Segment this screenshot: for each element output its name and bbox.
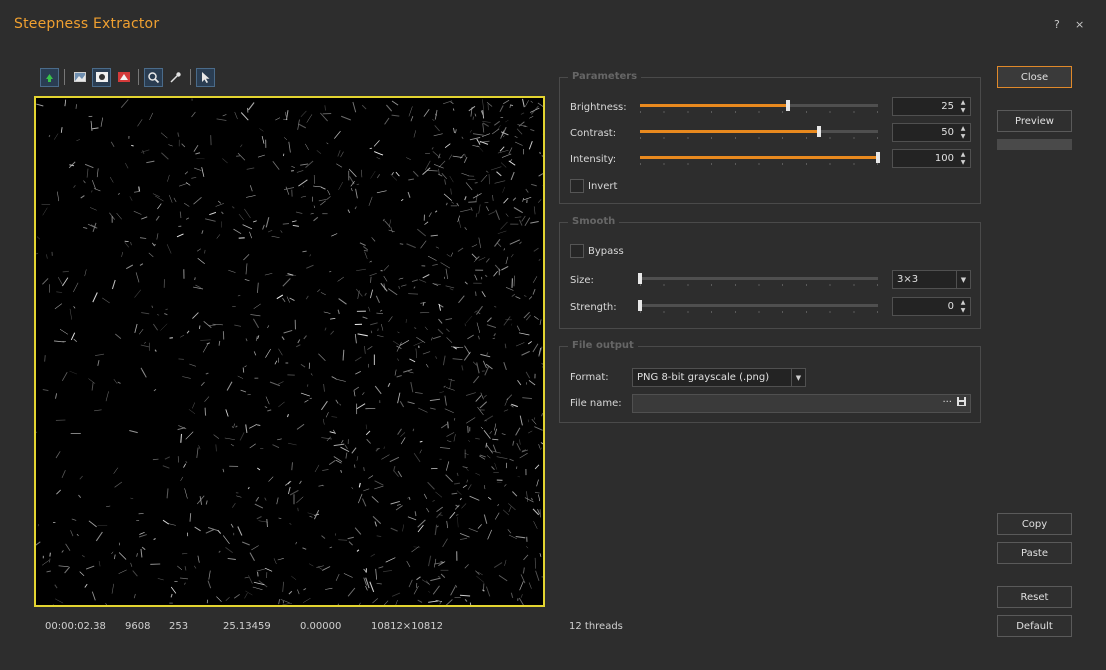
parameters-title: Parameters <box>568 71 642 82</box>
chevron-down-icon[interactable]: ▼ <box>956 271 970 288</box>
contrast-value: 50 <box>941 127 954 138</box>
invert-checkbox[interactable] <box>570 179 584 193</box>
bypass-label[interactable]: Bypass <box>588 246 624 257</box>
brightness-slider-thumb[interactable] <box>785 100 790 111</box>
window-close-button[interactable]: × <box>1075 18 1084 31</box>
filename-input[interactable]: ··· <box>632 394 971 413</box>
chevron-down-icon[interactable]: ▼ <box>791 369 805 386</box>
spin-arrows-icon[interactable]: ▲ ▼ <box>958 299 968 314</box>
intensity-label: Intensity: <box>570 154 617 165</box>
invert-label[interactable]: Invert <box>588 181 617 192</box>
toolbar-separator <box>138 69 139 85</box>
bypass-checkbox[interactable] <box>570 244 584 258</box>
contrast-label: Contrast: <box>570 128 617 139</box>
reset-button[interactable]: Reset <box>997 586 1072 608</box>
strength-slider[interactable] <box>638 299 878 313</box>
smooth-group: Smooth Bypass Size: 3×3 ▼ Strength: 0 ▲ ▼ <box>559 216 981 329</box>
spin-arrows-icon[interactable]: ▲ ▼ <box>958 125 968 140</box>
brightness-spinbox[interactable]: 25 ▲ ▼ <box>892 97 971 116</box>
strength-label: Strength: <box>570 302 617 313</box>
help-button[interactable]: ? <box>1054 18 1060 31</box>
status-dimensions: 10812×10812 <box>371 621 444 632</box>
eyedropper-icon[interactable] <box>166 68 185 87</box>
size-combobox[interactable]: 3×3 ▼ <box>892 270 971 289</box>
window-title: Steepness Extractor <box>14 16 160 32</box>
intensity-slider[interactable] <box>640 151 880 165</box>
status-value-2: 253 <box>169 621 189 632</box>
status-value-3: 25.13459 <box>223 621 271 632</box>
size-slider-thumb[interactable] <box>638 273 642 284</box>
filename-label: File name: <box>570 398 622 409</box>
intensity-value: 100 <box>934 153 954 164</box>
toolbar-separator <box>190 69 191 85</box>
terrain-texture <box>36 98 543 605</box>
strength-spinbox[interactable]: 0 ▲ ▼ <box>892 297 971 316</box>
default-button[interactable]: Default <box>997 615 1072 637</box>
contrast-slider-thumb[interactable] <box>816 126 821 137</box>
close-button[interactable]: Close <box>997 66 1072 88</box>
brightness-label: Brightness: <box>570 102 627 113</box>
pointer-icon[interactable] <box>196 67 215 87</box>
preview-toolbar <box>40 67 215 87</box>
format-label: Format: <box>570 372 609 383</box>
status-value-1: 9608 <box>125 621 151 632</box>
format-combobox[interactable]: PNG 8-bit grayscale (.png) ▼ <box>632 368 806 387</box>
status-value-4: 0.00000 <box>300 621 342 632</box>
file-output-group: File output Format: PNG 8-bit grayscale … <box>559 340 981 423</box>
zoom-icon[interactable] <box>144 67 163 87</box>
strength-slider-thumb[interactable] <box>638 300 642 311</box>
size-label: Size: <box>570 275 594 286</box>
copy-button[interactable]: Copy <box>997 513 1072 535</box>
status-time: 00:00:02.38 <box>45 621 106 632</box>
image-red-icon[interactable] <box>114 68 133 87</box>
smooth-title: Smooth <box>568 216 620 227</box>
spin-arrows-icon[interactable]: ▲ ▼ <box>958 151 968 166</box>
intensity-slider-thumb[interactable] <box>876 152 880 163</box>
format-value: PNG 8-bit grayscale (.png) <box>637 372 770 383</box>
spin-arrows-icon[interactable]: ▲ ▼ <box>958 99 968 114</box>
toolbar-separator <box>64 69 65 85</box>
parameters-group: Parameters Brightness: 25 ▲ ▼ Contrast: 5… <box>559 71 981 204</box>
size-slider[interactable] <box>638 272 878 286</box>
green-arrow-icon[interactable] <box>40 67 59 87</box>
steepness-preview-image[interactable] <box>34 96 545 607</box>
contrast-slider[interactable] <box>640 125 878 139</box>
browse-icon[interactable]: ··· <box>942 397 952 409</box>
save-icon[interactable] <box>957 397 966 409</box>
contrast-spinbox[interactable]: 50 ▲ ▼ <box>892 123 971 142</box>
status-threads: 12 threads <box>569 621 623 632</box>
size-value: 3×3 <box>897 274 919 285</box>
preview-progress-bar <box>997 139 1072 150</box>
brightness-slider[interactable] <box>640 99 878 113</box>
strength-value: 0 <box>947 301 954 312</box>
image-swap-icon[interactable] <box>92 67 111 87</box>
intensity-spinbox[interactable]: 100 ▲ ▼ <box>892 149 971 168</box>
paste-button[interactable]: Paste <box>997 542 1072 564</box>
file-output-title: File output <box>568 340 638 351</box>
brightness-value: 25 <box>941 101 954 112</box>
image-icon[interactable] <box>70 68 89 87</box>
preview-button[interactable]: Preview <box>997 110 1072 132</box>
